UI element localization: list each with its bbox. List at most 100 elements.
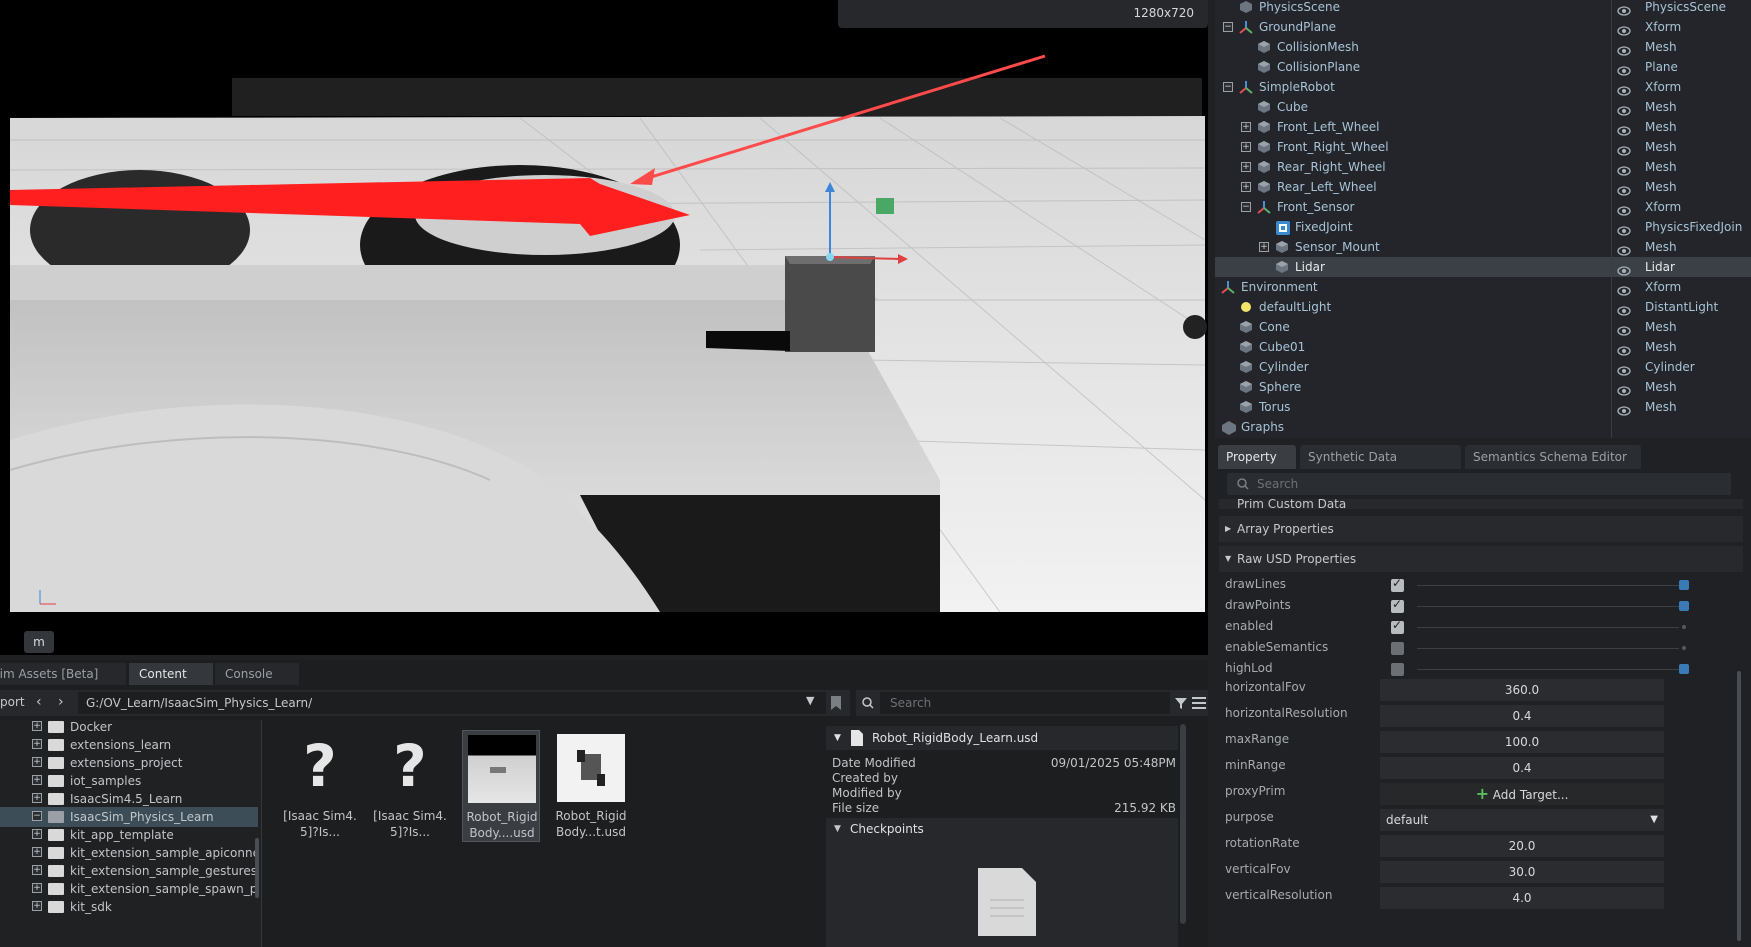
filter-icon[interactable] xyxy=(1174,696,1188,710)
visibility-eye-icon[interactable] xyxy=(1617,142,1631,156)
property-checkbox-enabled[interactable] xyxy=(1391,618,1404,634)
import-button[interactable]: port xyxy=(0,695,25,709)
expand-icon[interactable]: + xyxy=(32,757,42,767)
details-scrollbar[interactable] xyxy=(1180,724,1186,924)
stage-row-environment[interactable]: −EnvironmentXform xyxy=(1215,277,1751,297)
folder-row[interactable]: + kit_extension_sample_apiconne xyxy=(0,843,258,863)
bookmark-icon[interactable] xyxy=(830,695,842,711)
visibility-eye-icon[interactable] xyxy=(1617,362,1631,376)
visibility-eye-icon[interactable] xyxy=(1617,282,1631,296)
expand-icon[interactable]: + xyxy=(1241,122,1251,132)
property-field-maxrange[interactable]: 100.0 xyxy=(1380,731,1664,753)
visibility-eye-icon[interactable] xyxy=(1617,342,1631,356)
property-override-indicator[interactable] xyxy=(1682,625,1686,629)
stage-row-front-right-wheel[interactable]: + Front_Right_Wheel Mesh xyxy=(1215,137,1751,157)
section-array-properties[interactable]: ▶ Array Properties xyxy=(1219,516,1743,542)
tab-property[interactable]: Property xyxy=(1218,445,1296,469)
property-checkbox-drawlines[interactable] xyxy=(1391,576,1404,592)
folder-row[interactable]: − IsaacSim_Physics_Learn xyxy=(0,807,258,827)
forward-arrow-icon[interactable]: › xyxy=(58,694,64,710)
visibility-eye-icon[interactable] xyxy=(1617,402,1631,416)
collapse-icon[interactable]: − xyxy=(1241,202,1251,212)
expand-icon[interactable]: + xyxy=(1259,242,1269,252)
path-input[interactable]: G:/OV_Learn/IsaacSim_Physics_Learn/ xyxy=(78,692,826,714)
file-thumbnail[interactable]: ? [Isaac Sim4. 5]?Is... xyxy=(371,730,449,842)
collapse-icon[interactable]: − xyxy=(32,811,42,821)
stage-row-defaultlight[interactable]: defaultLight DistantLight xyxy=(1215,297,1751,317)
folder-row[interactable]: + Docker xyxy=(0,717,258,737)
folder-tree-scrollbar[interactable] xyxy=(255,838,259,898)
tab-content[interactable]: Content xyxy=(129,663,213,685)
stage-row-rear-right-wheel[interactable]: + Rear_Right_Wheel Mesh xyxy=(1215,157,1751,177)
visibility-eye-icon[interactable] xyxy=(1617,82,1631,96)
stage-row-cone[interactable]: Cone Mesh xyxy=(1215,317,1751,337)
stage-row-physicsscene[interactable]: PhysicsScene PhysicsScene xyxy=(1215,0,1751,17)
stage-row-collisionmesh[interactable]: CollisionMesh Mesh xyxy=(1215,37,1751,57)
visibility-eye-icon[interactable] xyxy=(1617,22,1631,36)
file-thumbnail-selected[interactable]: Robot_Rigid Body....usd xyxy=(462,730,540,842)
property-field-horizontalresolution[interactable]: 0.4 xyxy=(1380,705,1664,727)
property-search-input[interactable]: Search xyxy=(1227,473,1731,495)
folder-row[interactable]: + IsaacSim4.5_Learn xyxy=(0,789,258,809)
property-override-indicator[interactable] xyxy=(1679,601,1689,611)
visibility-eye-icon[interactable] xyxy=(1617,182,1631,196)
stage-column-divider[interactable] xyxy=(1611,0,1612,438)
stage-row-graphs[interactable]: +Graphs xyxy=(1215,417,1751,437)
property-field-verticalresolution[interactable]: 4.0 xyxy=(1380,887,1664,909)
collapse-icon[interactable]: − xyxy=(1223,22,1233,32)
back-arrow-icon[interactable]: ‹ xyxy=(36,694,42,710)
visibility-eye-icon[interactable] xyxy=(1617,302,1631,316)
property-override-indicator[interactable] xyxy=(1679,664,1689,674)
stage-row-cube01[interactable]: Cube01 Mesh xyxy=(1215,337,1751,357)
visibility-eye-icon[interactable] xyxy=(1617,222,1631,236)
section-prim-custom-data[interactable]: Prim Custom Data xyxy=(1219,499,1743,509)
stage-row-lidar[interactable]: Lidar Lidar xyxy=(1215,257,1751,277)
property-field-verticalfov[interactable]: 30.0 xyxy=(1380,861,1664,883)
stage-row-cube[interactable]: Cube Mesh xyxy=(1215,97,1751,117)
stage-row-groundplane[interactable]: − GroundPlane Xform xyxy=(1215,17,1751,37)
visibility-eye-icon[interactable] xyxy=(1617,102,1631,116)
stage-row-rear-left-wheel[interactable]: + Rear_Left_Wheel Mesh xyxy=(1215,177,1751,197)
expand-icon[interactable]: + xyxy=(32,721,42,731)
folder-row[interactable]: + extensions_learn xyxy=(0,735,258,755)
stage-row-simplerobot[interactable]: − SimpleRobot Xform xyxy=(1215,77,1751,97)
stage-row-cylinder[interactable]: Cylinder Cylinder xyxy=(1215,357,1751,377)
file-thumbnail[interactable]: ? [Isaac Sim4. 5]?Is... xyxy=(281,730,359,842)
section-raw-usd-properties[interactable]: ▼ Raw USD Properties xyxy=(1219,546,1743,572)
expand-icon[interactable]: + xyxy=(32,829,42,839)
property-scrollbar[interactable] xyxy=(1737,671,1741,941)
tab-synthetic-data-recorder[interactable]: Synthetic Data Recorder xyxy=(1300,445,1461,488)
visibility-eye-icon[interactable] xyxy=(1617,122,1631,136)
expand-icon[interactable]: + xyxy=(1241,182,1251,192)
stage-row-front-left-wheel[interactable]: + Front_Left_Wheel Mesh xyxy=(1215,117,1751,137)
file-thumbnail[interactable]: Robot_Rigid Body...t.usd xyxy=(552,730,630,842)
visibility-eye-icon[interactable] xyxy=(1617,2,1631,16)
visibility-eye-icon[interactable] xyxy=(1617,242,1631,256)
expand-icon[interactable]: + xyxy=(1241,142,1251,152)
folder-row[interactable]: + extensions_project xyxy=(0,753,258,773)
expand-icon[interactable]: + xyxy=(32,739,42,749)
collapse-icon[interactable]: − xyxy=(1223,82,1233,92)
tab-sim-assets[interactable]: Sim Assets [Beta] xyxy=(0,663,126,685)
folder-row[interactable]: + kit_extension_sample_spawn_pi xyxy=(0,879,258,899)
visibility-eye-icon[interactable] xyxy=(1617,62,1631,76)
dropdown-arrow-icon[interactable]: ▼ xyxy=(806,694,814,707)
expand-icon[interactable]: + xyxy=(32,775,42,785)
folder-row[interactable]: + kit_extension_sample_gestures xyxy=(0,861,258,881)
stage-row-front-sensor[interactable]: − Front_Sensor Xform xyxy=(1215,197,1751,217)
stage-row-collisionplane[interactable]: CollisionPlane Plane xyxy=(1215,57,1751,77)
checkpoints-label[interactable]: Checkpoints xyxy=(850,822,924,836)
property-checkbox-enablesemantics[interactable] xyxy=(1391,642,1404,655)
visibility-eye-icon[interactable] xyxy=(1617,322,1631,336)
visibility-eye-icon[interactable] xyxy=(1617,262,1631,276)
visibility-eye-icon[interactable] xyxy=(1617,162,1631,176)
visibility-eye-icon[interactable] xyxy=(1617,382,1631,396)
expand-icon[interactable]: + xyxy=(32,865,42,875)
expand-icon[interactable]: + xyxy=(32,883,42,893)
folder-row[interactable]: + iot_samples xyxy=(0,771,258,791)
stage-row-fixedjoint[interactable]: FixedJoint PhysicsFixedJoin xyxy=(1215,217,1751,237)
view-mode-button[interactable]: m xyxy=(24,631,54,653)
options-menu-icon[interactable] xyxy=(1192,697,1206,709)
folder-row[interactable]: + kit_sdk xyxy=(0,897,258,917)
folder-row[interactable]: + kit_app_template xyxy=(0,825,258,845)
